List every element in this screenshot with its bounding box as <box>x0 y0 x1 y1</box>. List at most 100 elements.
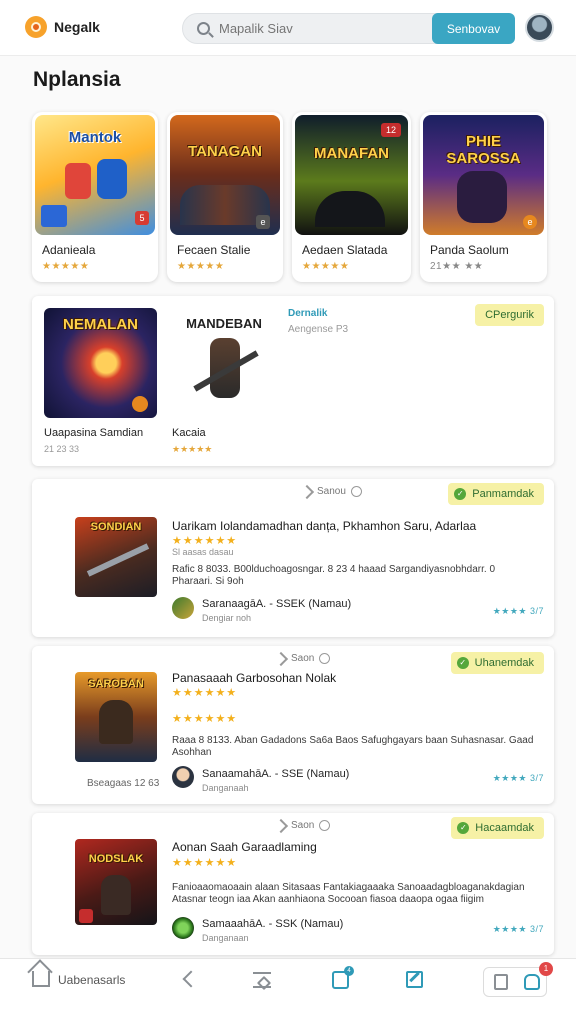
list-item-rating: ★★★★ 3/7 <box>492 924 544 934</box>
author-subtitle: Danganaah <box>202 783 249 793</box>
character-figure <box>101 875 131 915</box>
list-item[interactable]: Saon ✓ Uhanemdak SAROBAN Bseagaas 12 63 … <box>32 646 554 804</box>
spotlight-thumbnail[interactable]: MANDEBAN <box>172 308 282 420</box>
list-item-title: Aonan Saah Garaadlaming <box>172 840 317 854</box>
age-rating-icon: 12 <box>381 123 401 137</box>
info-icon[interactable] <box>319 820 331 831</box>
home-icon[interactable] <box>32 971 50 987</box>
list-item-meta-text: Sanou <box>317 486 346 497</box>
logo-mark <box>31 22 41 32</box>
back-icon[interactable] <box>182 970 200 988</box>
search-bar[interactable]: Senbovav <box>182 13 515 44</box>
featured-card[interactable]: MANAFAN 12 Aedaen Slatada ★★★★★ <box>292 112 411 282</box>
thumbnail-art-title: SAROBAN <box>88 678 144 690</box>
weapon-figure <box>86 543 150 577</box>
author-name[interactable]: SaranaagāA. - SSEK (Namau) <box>202 598 351 610</box>
author-avatar[interactable] <box>172 917 194 939</box>
spotlight-thumbnail[interactable]: NEMALAN <box>44 308 157 418</box>
age-rating-icon: e <box>523 215 537 229</box>
bookmark-count-badge: 4 <box>344 966 354 976</box>
search-button[interactable]: Senbovav <box>432 13 515 44</box>
featured-thumbnail: PHIE SAROSSA e <box>423 115 544 235</box>
spotlight-item-meta: ★★★★★ <box>172 444 213 454</box>
swap-icon[interactable] <box>253 972 271 988</box>
list-item-meta: Saon <box>273 651 331 666</box>
list-item-description: Fanioaaomaoaain alaan Sitasaas Fantakiag… <box>172 882 525 905</box>
list-thumbnail[interactable]: NODSLAK <box>75 839 157 925</box>
list-item-meta-text: Saon <box>291 653 315 664</box>
notification-badge: 1 <box>539 962 553 976</box>
featured-card-rating: ★★★★★ <box>177 261 225 272</box>
author-avatar[interactable] <box>172 597 194 619</box>
spotlight-tag: Dernalik <box>288 308 328 319</box>
featured-card[interactable]: Mantok 5 Adanieala ★★★★★ <box>32 112 158 282</box>
list-item-meta: Saon <box>273 818 331 833</box>
featured-thumbnail: MANAFAN 12 <box>295 115 408 235</box>
app-logo-icon[interactable] <box>25 16 47 38</box>
list-item-rating: ★★★★ 3/7 <box>492 773 544 783</box>
featured-thumbnail: Mantok 5 <box>35 115 155 235</box>
brand-name: Negalk <box>54 19 100 35</box>
list-item[interactable]: Sanou ✓ Panmamdak SONDIAN Uarikam Ioland… <box>32 479 554 637</box>
search-icon <box>197 22 210 35</box>
age-rating-icon: 5 <box>135 211 149 225</box>
spotlight-subtitle: Aengense P3 <box>288 324 349 335</box>
info-icon[interactable] <box>319 653 331 664</box>
author-name[interactable]: SamaaahāA. - SSK (Namau) <box>202 918 343 930</box>
list-item-extra: Bseagaas 12 63 <box>87 778 160 789</box>
status-pill[interactable]: ✓ Panmamdak <box>448 483 544 505</box>
featured-card-name: Aedaen Slatada <box>302 243 388 257</box>
note-icon[interactable] <box>494 974 508 990</box>
character-figure <box>99 700 133 744</box>
notifications-icon[interactable] <box>524 974 540 990</box>
share-icon[interactable] <box>299 484 315 499</box>
featured-thumbnail: TANAGAN e <box>170 115 280 235</box>
age-rating-icon <box>79 909 93 923</box>
spotlight-panel: NEMALAN MANDEBAN Dernalik Aengense P3 CP… <box>32 296 554 466</box>
list-item-description: Raaa 8 8133. Aban Gadadons Sa6a Baos Saf… <box>172 735 534 758</box>
age-rating-icon: e <box>256 215 270 229</box>
featured-card-name: Adanieala <box>42 243 96 257</box>
info-icon[interactable] <box>350 486 362 497</box>
spotlight-pill[interactable]: CPergurik <box>475 304 544 326</box>
thumbnail-art-title: SONDIAN <box>90 521 142 533</box>
featured-card-rating: 21★★ ★★ <box>430 261 484 272</box>
list-thumbnail[interactable]: SONDIAN <box>75 517 157 597</box>
author-name[interactable]: SanaamahāA. - SSE (Namau) <box>202 768 349 780</box>
spotlight-item-name: Kacaia <box>172 427 206 439</box>
character-figure <box>65 163 91 199</box>
share-icon[interactable] <box>273 651 289 666</box>
bookmark-icon[interactable]: 4 <box>332 966 354 989</box>
list-item[interactable]: Saon ✓ Hacaamdak NODSLAK Aonan Saah Gara… <box>32 813 554 955</box>
edit-icon[interactable] <box>406 971 423 988</box>
search-input[interactable] <box>219 14 429 43</box>
thumbnail-art-title: NODSLAK <box>88 853 144 865</box>
status-pill[interactable]: ✓ Hacaamdak <box>451 817 544 839</box>
rating-stars: ★★★★★★ <box>172 857 238 869</box>
status-pill-label: Panmamdak <box>472 488 534 500</box>
list-item-description: Rafic 8 8033. B00lduchoagosngar. 8 23 4 … <box>172 564 496 587</box>
list-thumbnail[interactable]: SAROBAN <box>75 672 157 762</box>
user-avatar[interactable] <box>525 13 554 42</box>
list-item-title: Panasaaah Garbosohan Nolak <box>172 671 337 685</box>
list-item-meta: Sanou <box>299 484 362 499</box>
thumbnail-art-title: MANAFAN <box>314 145 389 162</box>
app-root: Negalk Senbovav Nplansia Mantok 5 Adanie… <box>0 0 576 1024</box>
nav-home-label[interactable]: Uabenasarls <box>58 973 125 987</box>
thumbnail-art-title: MANDEBAN <box>186 316 262 331</box>
author-avatar[interactable] <box>172 766 194 788</box>
warrior-figure <box>457 171 507 223</box>
game-logo-icon <box>41 205 67 227</box>
bottom-nav: Uabenasarls 4 1 <box>0 958 576 1024</box>
page-title: Nplansia <box>33 68 121 91</box>
author-subtitle: Danganaan <box>202 933 249 943</box>
featured-card[interactable]: PHIE SAROSSA e Panda Saolum 21★★ ★★ <box>420 112 547 282</box>
share-icon[interactable] <box>273 818 289 833</box>
featured-card[interactable]: TANAGAN e Fecaen Stalie ★★★★★ <box>167 112 283 282</box>
author-subtitle: Dengiar noh <box>202 613 252 623</box>
thumbnail-art-title: TANAGAN <box>188 143 262 160</box>
soldier-silhouette <box>315 191 385 227</box>
check-icon: ✓ <box>456 657 469 669</box>
status-pill[interactable]: ✓ Uhanemdak <box>450 652 544 674</box>
list-item-subtitle: Sl aasas dasau <box>172 547 234 557</box>
